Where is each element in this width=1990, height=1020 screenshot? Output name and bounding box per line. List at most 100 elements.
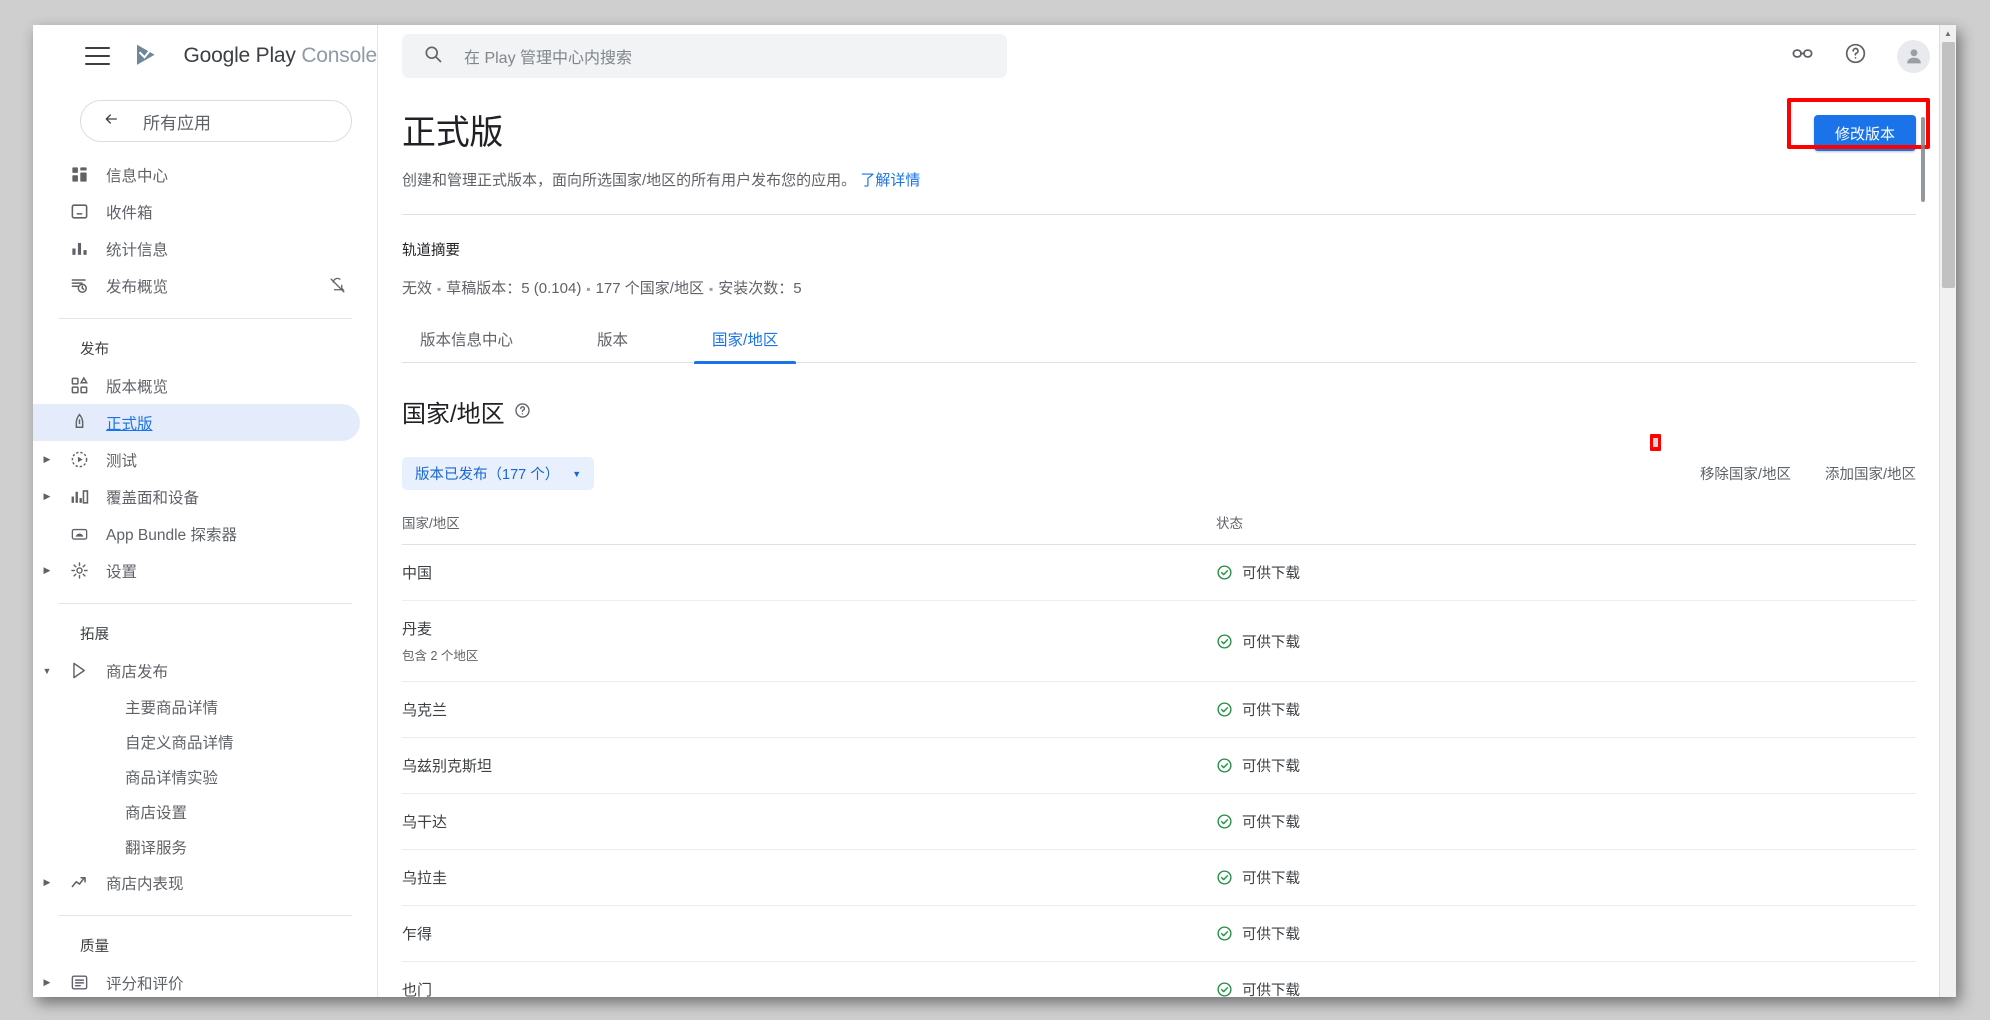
check-circle-icon bbox=[1216, 757, 1233, 774]
sidebar-item-reach-and-devices[interactable]: ▶ 覆盖面和设备 bbox=[33, 478, 360, 515]
sidebar-item-label: 测试 bbox=[106, 452, 138, 470]
page-title: 正式版 bbox=[402, 114, 504, 152]
tab-release-dashboard[interactable]: 版本信息中心 bbox=[402, 328, 531, 362]
sidebar-nav: 信息中心 收件箱 统计信息 发布概览 发布 版本概览 正式版 ▶ 测试 ▶ 覆盖… bbox=[33, 156, 377, 997]
sidebar-item-publishing-overview[interactable]: 发布概览 bbox=[33, 267, 360, 304]
sidebar: Google Play Console 所有应用 信息中心 收件箱 统计信息 发… bbox=[33, 25, 378, 997]
all-apps-label: 所有应用 bbox=[143, 113, 211, 133]
sidebar-item-translation-service[interactable]: 翻译服务 bbox=[33, 829, 360, 864]
country-name: 乌兹别克斯坦 bbox=[402, 758, 493, 775]
sidebar-item-statistics[interactable]: 统计信息 bbox=[33, 230, 360, 267]
country-name: 中国 bbox=[402, 565, 433, 582]
sidebar-section-title-quality: 质量 bbox=[80, 939, 110, 955]
scrollbar-thumb[interactable] bbox=[1942, 42, 1955, 288]
reach-and-devices-icon bbox=[61, 487, 97, 506]
page-scrollbar-thumb[interactable] bbox=[1921, 117, 1925, 202]
sidebar-item-label: 信息中心 bbox=[106, 167, 169, 185]
add-countries-link[interactable]: 添加国家/地区 bbox=[1825, 463, 1916, 484]
chevron-right-icon[interactable]: ▶ bbox=[33, 877, 61, 888]
cell-status: 可供下载 bbox=[1216, 961, 1916, 997]
scroll-up-arrow-icon[interactable]: ▲ bbox=[1940, 25, 1956, 42]
table-row[interactable]: 丹麦 包含 2 个地区 可供下载 bbox=[402, 600, 1916, 682]
check-circle-icon bbox=[1216, 633, 1233, 650]
release-published-filter-chip[interactable]: 版本已发布（177 个） ▼ bbox=[402, 457, 595, 490]
table-row[interactable]: 乍得 可供下载 bbox=[402, 905, 1916, 962]
dashboard-icon bbox=[61, 165, 97, 184]
table-row[interactable]: 中国 可供下载 bbox=[402, 544, 1916, 601]
status-text: 可供下载 bbox=[1242, 927, 1300, 943]
check-circle-icon bbox=[1216, 813, 1233, 830]
table-row[interactable]: 乌克兰 可供下载 bbox=[402, 681, 1916, 738]
cell-country: 也门 bbox=[402, 961, 1216, 997]
chevron-down-icon[interactable]: ▼ bbox=[33, 666, 61, 676]
tab-releases[interactable]: 版本 bbox=[579, 328, 646, 362]
sidebar-item-settings[interactable]: ▶ 设置 bbox=[33, 552, 360, 589]
table-row[interactable]: 乌兹别克斯坦 可供下载 bbox=[402, 737, 1916, 794]
sidebar-item-ratings-and-reviews[interactable]: ▶ 评分和评价 bbox=[33, 964, 360, 997]
chevron-right-icon[interactable]: ▶ bbox=[33, 977, 61, 988]
sidebar-item-label: 翻译服务 bbox=[125, 839, 188, 857]
country-name: 乌干达 bbox=[402, 814, 448, 831]
cell-country: 中国 bbox=[402, 544, 1216, 601]
tab-countries-regions[interactable]: 国家/地区 bbox=[694, 328, 797, 364]
hamburger-menu-icon[interactable] bbox=[85, 47, 110, 65]
sidebar-item-label: 版本概览 bbox=[106, 378, 169, 396]
sidebar-section-title-grow: 拓展 bbox=[80, 627, 110, 643]
table-row[interactable]: 乌拉圭 可供下载 bbox=[402, 849, 1916, 906]
chevron-right-icon[interactable]: ▶ bbox=[33, 491, 61, 502]
chevron-right-icon[interactable]: ▶ bbox=[33, 565, 61, 576]
window-scrollbar[interactable]: ▲ bbox=[1939, 25, 1956, 997]
status-badge: 可供下载 bbox=[1216, 867, 1916, 888]
cell-status: 可供下载 bbox=[1216, 849, 1916, 906]
track-summary-meta: 无效 ▪ 草稿版本：5 (0.104) ▪ 177 个国家/地区 ▪ 安装次数：5 bbox=[402, 277, 1956, 298]
remove-countries-link[interactable]: 移除国家/地区 bbox=[1700, 463, 1791, 484]
avatar[interactable] bbox=[1897, 39, 1930, 73]
status-text: 可供下载 bbox=[1242, 815, 1300, 831]
all-apps-button[interactable]: 所有应用 bbox=[80, 100, 352, 142]
notifications-off-icon[interactable] bbox=[329, 277, 360, 294]
brand-row: Google Play Console bbox=[33, 25, 377, 87]
sidebar-item-inbox[interactable]: 收件箱 bbox=[33, 193, 360, 230]
page-content: 正式版 创建和管理正式版本，面向所选国家/地区的所有用户发布您的应用。 了解详情… bbox=[378, 87, 1956, 997]
column-header-country: 国家/地区 bbox=[402, 512, 1216, 545]
sidebar-item-label: App Bundle 探索器 bbox=[106, 526, 237, 544]
link-icon[interactable] bbox=[1791, 42, 1814, 70]
cell-country: 乌克兰 bbox=[402, 681, 1216, 738]
tab-bar: 版本信息中心 版本 国家/地区 bbox=[402, 328, 1916, 364]
edit-release-button[interactable]: 修改版本 bbox=[1813, 115, 1916, 151]
help-icon[interactable] bbox=[1844, 42, 1867, 70]
status-text: 可供下载 bbox=[1242, 983, 1300, 997]
search-input[interactable]: 在 Play 管理中心内搜索 bbox=[402, 34, 1007, 78]
sidebar-item-release-overview[interactable]: 版本概览 bbox=[33, 367, 360, 404]
check-circle-icon bbox=[1216, 869, 1233, 886]
check-circle-icon bbox=[1216, 701, 1233, 718]
sidebar-item-production[interactable]: 正式版 bbox=[33, 404, 360, 441]
table-row[interactable]: 也门 可供下载 bbox=[402, 961, 1916, 997]
table-row[interactable]: 乌干达 可供下载 bbox=[402, 793, 1916, 850]
store-performance-icon bbox=[61, 873, 97, 892]
sidebar-item-label: 设置 bbox=[106, 563, 138, 581]
track-draft-version: 草稿版本：5 (0.104) bbox=[446, 280, 582, 297]
section-heading-row: 国家/地区 bbox=[402, 394, 1956, 429]
sidebar-item-custom-store-listings[interactable]: 自定义商品详情 bbox=[33, 724, 360, 759]
sidebar-item-store-presence[interactable]: ▼ 商店发布 bbox=[33, 652, 360, 689]
sidebar-item-label: 收件箱 bbox=[106, 204, 153, 222]
learn-more-link[interactable]: 了解详情 bbox=[860, 172, 920, 189]
track-countries: 177 个国家/地区 bbox=[595, 280, 704, 297]
sidebar-item-store-listing-experiments[interactable]: 商品详情实验 bbox=[33, 759, 360, 794]
sidebar-item-store-performance[interactable]: ▶ 商店内表现 bbox=[33, 864, 360, 901]
cell-status: 可供下载 bbox=[1216, 600, 1916, 682]
sidebar-item-app-bundle-explorer[interactable]: App Bundle 探索器 bbox=[33, 515, 360, 552]
sidebar-item-testing[interactable]: ▶ 测试 bbox=[33, 441, 360, 478]
check-circle-icon bbox=[1216, 925, 1233, 942]
help-circle-icon[interactable] bbox=[514, 398, 531, 426]
cell-status: 可供下载 bbox=[1216, 544, 1916, 601]
status-badge: 可供下载 bbox=[1216, 699, 1916, 720]
sidebar-item-label: 商店发布 bbox=[106, 663, 169, 681]
sidebar-item-dashboard[interactable]: 信息中心 bbox=[33, 156, 360, 193]
sidebar-item-main-store-listing[interactable]: 主要商品详情 bbox=[33, 689, 360, 724]
sidebar-item-store-settings[interactable]: 商店设置 bbox=[33, 794, 360, 829]
back-arrow-icon bbox=[101, 111, 121, 132]
chevron-right-icon[interactable]: ▶ bbox=[33, 454, 61, 465]
sidebar-item-label: 商店内表现 bbox=[106, 875, 184, 893]
